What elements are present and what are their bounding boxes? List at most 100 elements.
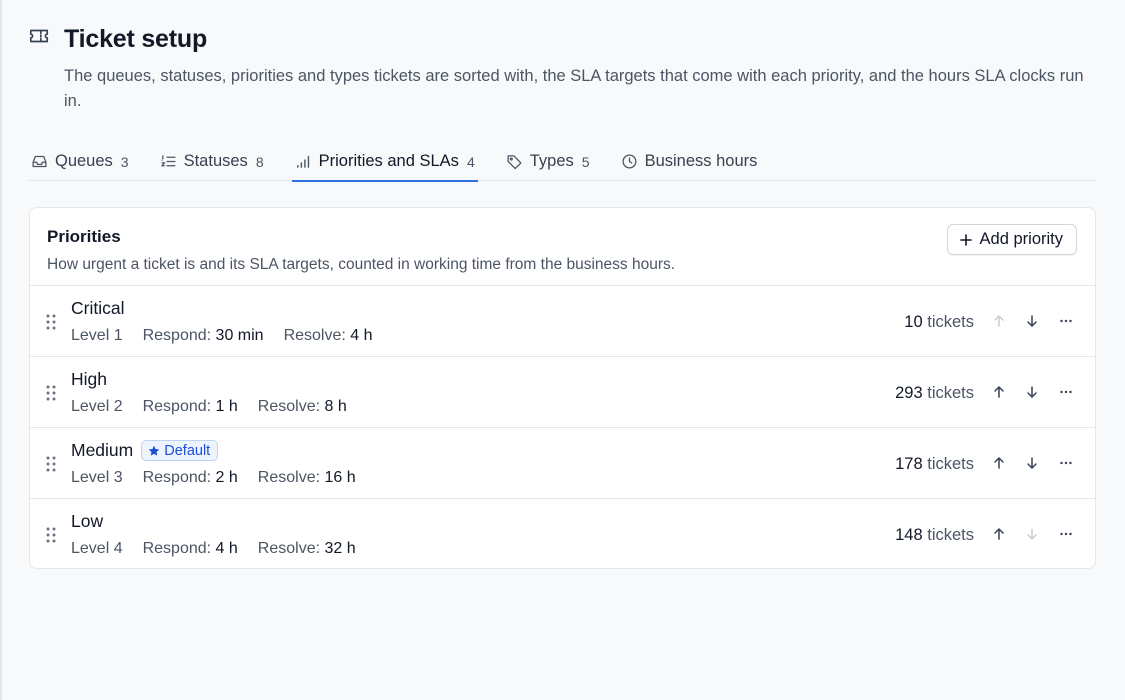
respond-label: Respond: bbox=[142, 469, 212, 486]
ticket-count-value: 10 bbox=[904, 313, 923, 331]
signal-bars-icon bbox=[295, 153, 312, 170]
priorities-card: Priorities How urgent a ticket is and it… bbox=[29, 207, 1096, 569]
priority-name: Critical bbox=[71, 298, 125, 318]
tab-count: 5 bbox=[581, 153, 590, 170]
tab-queues[interactable]: Queues 3 bbox=[28, 142, 132, 181]
priority-level: Level 1 bbox=[71, 327, 123, 344]
respond-target: 2 h bbox=[215, 469, 238, 486]
ticket-count-value: 148 bbox=[895, 526, 923, 544]
drag-handle-icon[interactable] bbox=[45, 526, 57, 544]
tab-types[interactable]: Types 5 bbox=[503, 142, 593, 181]
move-down-arrow-icon[interactable] bbox=[1022, 382, 1042, 402]
move-up-arrow-icon[interactable] bbox=[989, 453, 1009, 473]
tab-label: Types bbox=[529, 152, 574, 170]
resolve-label: Resolve: bbox=[257, 398, 321, 415]
resolve-target: 16 h bbox=[324, 469, 356, 486]
respond-label: Respond: bbox=[142, 327, 212, 344]
tab-label: Statuses bbox=[183, 152, 248, 170]
plus-icon bbox=[959, 233, 973, 247]
respond-target: 1 h bbox=[215, 398, 238, 415]
tickets-label: tickets bbox=[927, 384, 974, 402]
tab-priorities-and-slas[interactable]: Priorities and SLAs 4 bbox=[291, 142, 478, 182]
page-subtitle: The queues, statuses, priorities and typ… bbox=[64, 67, 1084, 110]
respond-label: Respond: bbox=[142, 540, 212, 557]
more-options-icon[interactable] bbox=[1056, 453, 1076, 473]
tab-statuses[interactable]: Statuses 8 bbox=[157, 142, 267, 181]
more-options-icon[interactable] bbox=[1056, 524, 1076, 544]
default-badge: Default bbox=[141, 440, 219, 461]
priority-row: Medium Default Level 3 Respond: 2 h Resolv… bbox=[30, 428, 1095, 499]
resolve-label: Resolve: bbox=[283, 327, 346, 344]
page-header: Ticket setup The queues, statuses, prior… bbox=[28, 24, 1103, 114]
resolve-target: 8 h bbox=[324, 398, 347, 415]
star-icon bbox=[148, 445, 160, 457]
page-title: Ticket setup bbox=[64, 24, 208, 53]
respond-label: Respond: bbox=[142, 398, 212, 415]
priority-meta: Level 4 Respond: 4 h Resolve: 32 h bbox=[71, 540, 356, 558]
priority-name: High bbox=[71, 369, 107, 389]
default-badge-label: Default bbox=[164, 442, 211, 459]
tickets-label: tickets bbox=[927, 526, 974, 544]
move-up-arrow-icon[interactable] bbox=[989, 311, 1009, 331]
inbox-icon bbox=[31, 153, 48, 170]
card-title: Priorities bbox=[47, 227, 121, 246]
priority-name-row: Low bbox=[71, 511, 103, 532]
ticket-count-value: 293 bbox=[895, 384, 923, 402]
left-divider bbox=[0, 0, 2, 700]
tab-count: 8 bbox=[255, 153, 264, 170]
drag-handle-icon[interactable] bbox=[45, 384, 57, 402]
resolve-label: Resolve: bbox=[257, 540, 321, 557]
add-priority-button[interactable]: Add priority bbox=[946, 224, 1077, 255]
respond-target: 4 h bbox=[215, 540, 238, 557]
priority-meta: Level 1 Respond: 30 min Resolve: 4 h bbox=[71, 327, 373, 345]
ticket-count-value: 178 bbox=[895, 455, 923, 473]
priority-row: Critical Level 1 Respond: 30 min Resolve: … bbox=[30, 286, 1095, 357]
card-description: How urgent a ticket is and its SLA targe… bbox=[47, 256, 676, 273]
move-down-arrow-icon[interactable] bbox=[1022, 453, 1042, 473]
move-down-arrow-icon[interactable] bbox=[1022, 311, 1042, 331]
title-row: Ticket setup bbox=[28, 24, 1103, 54]
priority-row: Low Level 4 Respond: 4 h Resolve: 32 h 148… bbox=[30, 499, 1095, 568]
more-options-icon[interactable] bbox=[1056, 311, 1076, 331]
priority-level: Level 3 bbox=[71, 469, 123, 486]
priority-name: Low bbox=[71, 511, 104, 531]
ticket-count: 148 tickets bbox=[895, 526, 974, 545]
tickets-label: tickets bbox=[927, 455, 974, 473]
priority-meta: Level 3 Respond: 2 h Resolve: 16 h bbox=[71, 469, 356, 487]
resolve-target: 4 h bbox=[350, 327, 373, 344]
priority-name: Medium bbox=[71, 440, 134, 460]
priority-name-row: High bbox=[71, 369, 107, 390]
more-options-icon[interactable] bbox=[1056, 382, 1076, 402]
tab-count: 3 bbox=[120, 153, 129, 170]
priority-name-row: Medium Default bbox=[71, 440, 219, 461]
tickets-label: tickets bbox=[927, 313, 974, 331]
priority-meta: Level 2 Respond: 1 h Resolve: 8 h bbox=[71, 398, 347, 416]
add-priority-label: Add priority bbox=[979, 230, 1063, 248]
tab-label: Queues bbox=[55, 152, 113, 170]
ticket-count: 10 tickets bbox=[904, 313, 974, 332]
drag-handle-icon[interactable] bbox=[45, 455, 57, 473]
ticket-icon bbox=[28, 25, 50, 47]
clock-icon bbox=[621, 153, 638, 170]
move-up-arrow-icon[interactable] bbox=[989, 524, 1009, 544]
priority-level: Level 2 bbox=[71, 398, 123, 415]
resolve-label: Resolve: bbox=[257, 469, 321, 486]
move-down-arrow-icon[interactable] bbox=[1022, 524, 1042, 544]
list-ordered-icon bbox=[160, 153, 177, 170]
tab-count: 4 bbox=[466, 153, 475, 170]
tag-icon bbox=[506, 153, 523, 170]
tab-business-hours[interactable]: Business hours bbox=[618, 142, 761, 181]
respond-target: 30 min bbox=[215, 327, 264, 344]
tab-label: Priorities and SLAs bbox=[318, 152, 459, 170]
move-up-arrow-icon[interactable] bbox=[989, 382, 1009, 402]
drag-handle-icon[interactable] bbox=[45, 313, 57, 331]
ticket-count: 293 tickets bbox=[895, 384, 974, 403]
card-header: Priorities How urgent a ticket is and it… bbox=[30, 208, 1095, 286]
tab-label: Business hours bbox=[644, 152, 758, 170]
ticket-count: 178 tickets bbox=[895, 455, 974, 474]
priority-name-row: Critical bbox=[71, 298, 124, 319]
tab-bar: Queues 3 Statuses 8 Priorities and SLAs … bbox=[28, 142, 1096, 182]
priority-level: Level 4 bbox=[71, 540, 123, 557]
priority-row: High Level 2 Respond: 1 h Resolve: 8 h 293… bbox=[30, 357, 1095, 428]
resolve-target: 32 h bbox=[324, 540, 356, 557]
